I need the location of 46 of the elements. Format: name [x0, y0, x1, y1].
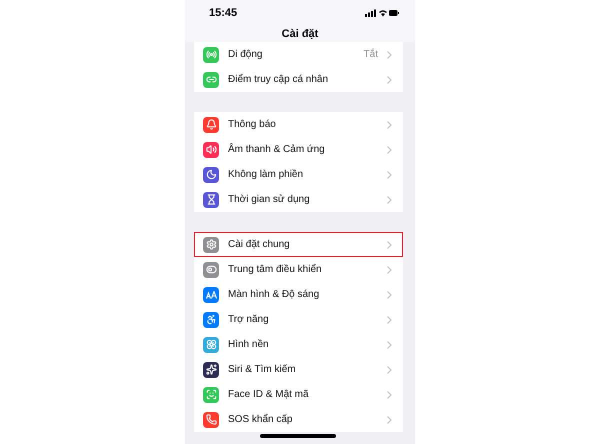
settings-row[interactable]: Điểm truy cập cá nhân	[194, 67, 403, 92]
row-label: Hình nền	[228, 339, 270, 350]
row-label: Face ID & Mật mã	[228, 389, 310, 400]
screen-title: Cài đặt	[282, 28, 318, 40]
chevron-icon	[387, 120, 392, 128]
settings-row[interactable]: Thời gian sử dụng	[194, 187, 403, 212]
row-label: Di động	[228, 49, 264, 60]
status-icons	[365, 9, 399, 17]
row-label: Thông báo	[228, 119, 277, 130]
row-label: Không làm phiền	[228, 169, 304, 180]
chevron-icon	[387, 340, 392, 348]
settings-row[interactable]: Siri & Tìm kiếm	[194, 357, 403, 382]
settings-row[interactable]: Face ID & Mật mã	[194, 382, 403, 407]
row-label: Điểm truy cập cá nhân	[228, 74, 330, 85]
settings-row[interactable]: SOS khẩn cấp	[194, 407, 403, 432]
row-label: Trung tâm điều khiển	[228, 264, 323, 275]
settings-row[interactable]: Trung tâm điều khiển	[194, 257, 403, 282]
settings-row[interactable]: Trợ năng	[194, 307, 403, 332]
row-label: Màn hình & Độ sáng	[228, 289, 320, 300]
chevron-icon	[387, 366, 392, 374]
settings-row[interactable]: Hình nền	[194, 332, 403, 357]
settings-row[interactable]: Màn hình & Độ sáng	[194, 282, 403, 307]
settings-row[interactable]: Thông báo	[194, 112, 403, 137]
row-value: Tắt	[364, 49, 378, 60]
chevron-icon	[387, 170, 392, 178]
row-label: SOS khẩn cấp	[228, 414, 294, 425]
chevron-icon	[387, 390, 392, 398]
chevron-icon	[387, 316, 392, 324]
chevron-icon	[387, 196, 392, 204]
chevron-icon	[387, 266, 392, 274]
chevron-icon	[387, 146, 392, 154]
settings-row[interactable]: Âm thanh & Cảm ứng	[194, 137, 403, 162]
row-label: Thời gian sử dụng	[228, 194, 311, 205]
settings-row[interactable]: Không làm phiền	[194, 162, 403, 187]
chevron-icon	[387, 50, 392, 58]
settings-row[interactable]: Cài đặt chung	[194, 232, 403, 257]
settings-row[interactable]: Di động Tắt	[194, 42, 403, 67]
chevron-icon	[387, 240, 392, 248]
row-label: Cài đặt chung	[228, 239, 291, 250]
chevron-icon	[387, 290, 392, 298]
chevron-icon	[387, 76, 392, 84]
chevron-icon	[387, 416, 392, 424]
row-label: Siri & Tìm kiếm	[228, 364, 297, 375]
row-label: Trợ năng	[228, 314, 270, 325]
status-time: 15:45	[209, 7, 238, 19]
row-label: Âm thanh & Cảm ứng	[228, 144, 326, 155]
